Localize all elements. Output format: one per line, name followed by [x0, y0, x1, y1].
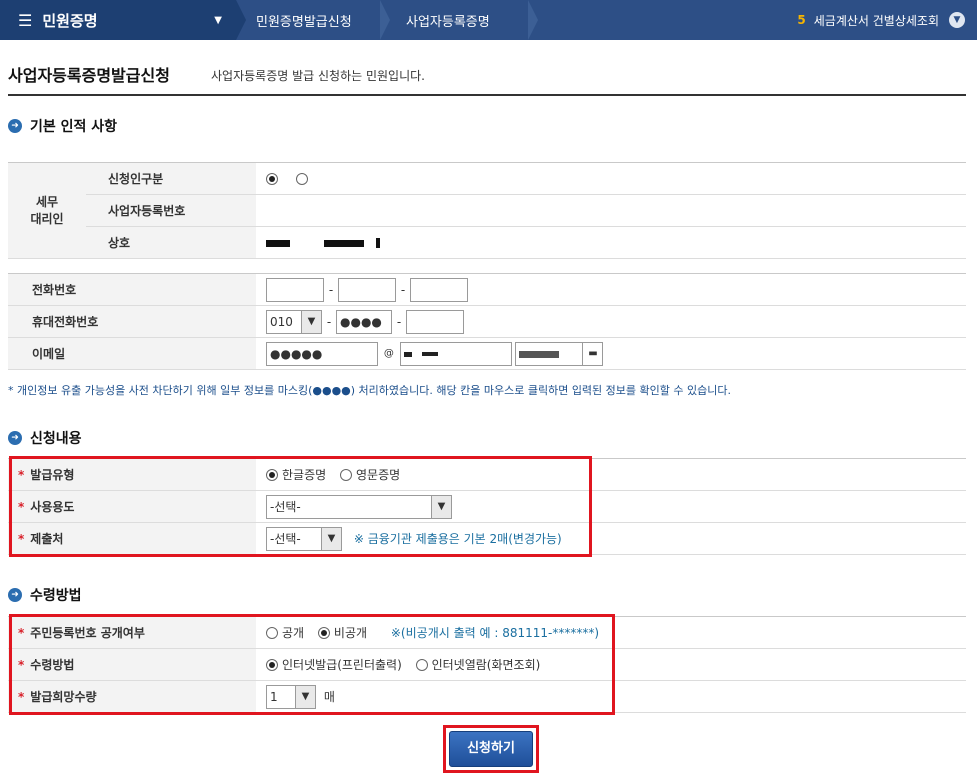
page-title: 사업자등록증명발급신청 [8, 66, 170, 85]
hamburger-icon: ☰ [18, 10, 33, 30]
email-domain-field[interactable] [399, 341, 512, 366]
highlight-box-request [9, 456, 592, 557]
section-title-text: 수령방법 [30, 588, 82, 604]
phone-label: 전화번호 [8, 273, 256, 306]
section-title-text: 기본 인적 사항 [30, 119, 118, 135]
menu-title: 민원증명 [42, 11, 98, 30]
masking-notice: * 개인정보 유출 가능성을 사전 차단하기 위해 일부 정보를 마스킹(●●●… [8, 384, 731, 397]
recent-label: 세금계산서 건별상세조회 [813, 13, 939, 28]
dash-separator: - [326, 314, 332, 329]
arrow-bullet-icon: ➜ [8, 588, 22, 602]
section-title-text: 신청내용 [30, 431, 82, 447]
group-label-tax-agent: 세무 대리인 [8, 162, 86, 259]
mobile-label: 휴대전화번호 [8, 305, 256, 338]
highlight-box-receive [9, 614, 615, 715]
arrow-bullet-icon: ➜ [8, 431, 22, 445]
radio-tax-agent[interactable] [295, 172, 308, 185]
email-domain-select[interactable]: ▬ [515, 341, 604, 366]
select-value: 010 [270, 314, 293, 329]
breadcrumb-item-2[interactable]: 사업자등록증명 [388, 0, 528, 40]
breadcrumb-item-1[interactable]: 민원증명발급신청 [240, 0, 380, 40]
section-title-receive: ➜ 수령방법 [8, 585, 82, 605]
applicant-type-label: 신청인구분 [86, 162, 256, 195]
masked-block [403, 351, 412, 357]
company-name-value [256, 226, 966, 259]
masked-block [421, 352, 438, 356]
company-name-label: 상호 [86, 226, 256, 259]
basic-info-table-2: 전화번호 -- 휴대전화번호 010 ▼ - ●●●● - 이메일 ●●●●● @ ▬ [8, 273, 966, 370]
recent-menu[interactable]: 5 세금계산서 건별상세조회 ▼ [797, 0, 965, 40]
email-at-sign: @ [383, 348, 394, 359]
dash-separator: - [400, 282, 406, 297]
separator-arrow [528, 0, 538, 40]
menu-dropdown[interactable]: ☰ 민원증명 ▼ [0, 0, 236, 40]
masked-block [375, 238, 380, 248]
radio-self[interactable] [266, 172, 278, 185]
dash-icon: ▬ [582, 342, 603, 365]
breadcrumb-label: 민원증명발급신청 [256, 14, 352, 30]
section-title-request: ➜ 신청내용 [8, 428, 82, 448]
chevron-down-icon: ▼ [301, 310, 321, 333]
chevron-down-icon[interactable]: ▼ [949, 12, 965, 28]
email-local-field[interactable]: ●●●●● [266, 341, 378, 366]
masked-block [519, 350, 560, 358]
submit-button[interactable]: 신청하기 [449, 731, 533, 767]
dash-separator: - [328, 282, 334, 297]
page-description: 사업자등록증명 발급 신청하는 민원입니다. [211, 69, 425, 83]
arrow-bullet-icon: ➜ [8, 119, 22, 133]
masked-block [323, 239, 364, 247]
mobile-field-3[interactable] [406, 309, 464, 334]
breadcrumb-label: 사업자등록증명 [406, 14, 490, 30]
mobile-prefix-select[interactable]: 010 ▼ [266, 309, 322, 334]
phone-field-3[interactable] [410, 277, 468, 302]
recent-count: 5 [797, 13, 806, 27]
masked-block [266, 239, 290, 247]
business-number-label: 사업자등록번호 [86, 194, 256, 227]
title-divider [8, 94, 966, 96]
email-label: 이메일 [8, 337, 256, 370]
mobile-field-2[interactable]: ●●●● [336, 309, 392, 334]
caret-down-icon: ▼ [214, 14, 222, 26]
basic-info-table-1: 세무 대리인 신청인구분 사업자등록번호 상호 [8, 162, 966, 259]
business-number-value [256, 194, 966, 227]
top-navigation-bar: ☰ 민원증명 ▼ 민원증명발급신청 사업자등록증명 5 세금계산서 건별상세조회… [0, 0, 977, 40]
phone-field-1[interactable] [266, 277, 324, 302]
section-title-basic: ➜ 기본 인적 사항 [8, 116, 117, 136]
phone-field-2[interactable] [338, 277, 396, 302]
dash-separator: - [396, 314, 402, 329]
